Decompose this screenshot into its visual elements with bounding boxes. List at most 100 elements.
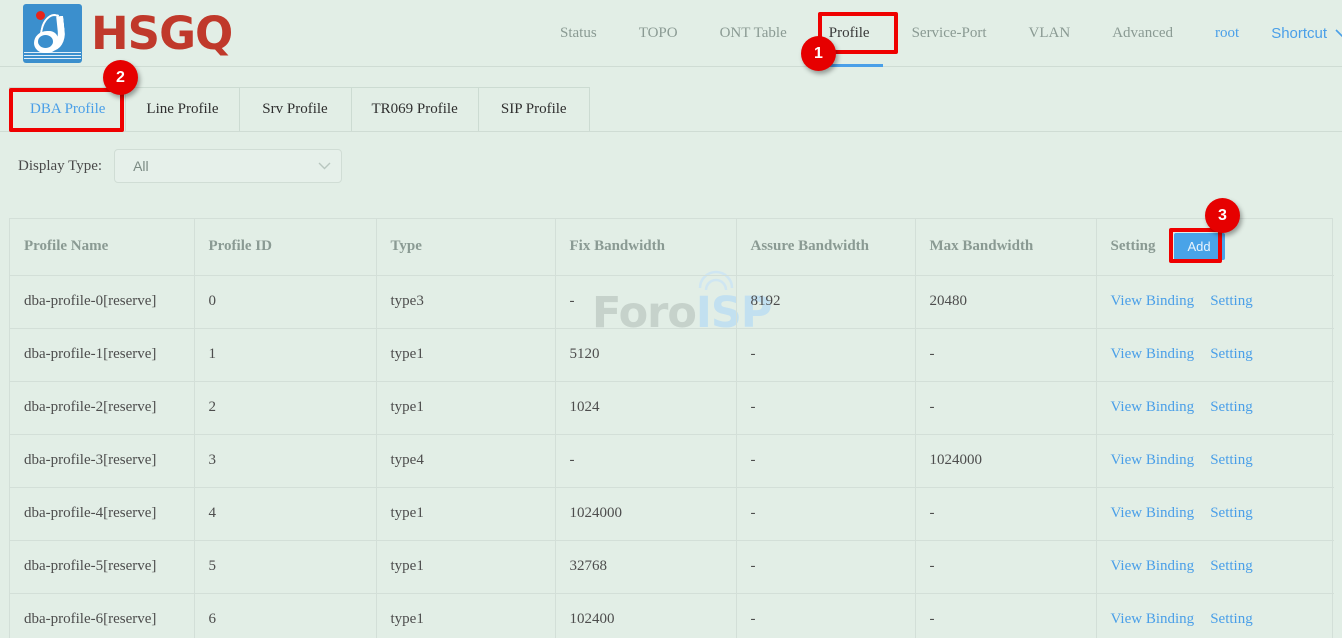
cell-setting: View Binding Setting xyxy=(1096,275,1334,328)
cell-profile-name: dba-profile-6[reserve] xyxy=(10,593,194,638)
subtab-label: Srv Profile xyxy=(262,101,327,118)
sub-tab-bar: DBA Profile Line Profile Srv Profile TR0… xyxy=(0,67,1342,132)
page-root: HSGQ Status TOPO ONT Table Profile Servi… xyxy=(0,0,1342,638)
shortcut-label: Shortcut xyxy=(1271,25,1327,42)
current-user-link[interactable]: root xyxy=(1215,25,1239,42)
cell-profile-id: 6 xyxy=(194,593,376,638)
tab-line-profile[interactable]: Line Profile xyxy=(125,87,238,131)
subtab-label: SIP Profile xyxy=(501,101,567,118)
chevron-down-icon xyxy=(318,159,331,173)
cell-assure-bandwidth: - xyxy=(736,434,915,487)
cell-type: type4 xyxy=(376,434,555,487)
view-binding-link[interactable]: View Binding xyxy=(1111,505,1195,521)
tab-dba-profile[interactable]: DBA Profile xyxy=(9,87,125,131)
cell-profile-name: dba-profile-5[reserve] xyxy=(10,540,194,593)
cell-profile-id: 0 xyxy=(194,275,376,328)
cell-type: type1 xyxy=(376,593,555,638)
cell-type: type3 xyxy=(376,275,555,328)
nav-item-service-port[interactable]: Service-Port xyxy=(912,25,987,42)
chevron-down-icon xyxy=(1335,25,1342,42)
add-button[interactable]: Add xyxy=(1174,233,1225,260)
table-row[interactable]: dba-profile-6[reserve] 6 type1 102400 - … xyxy=(10,593,1334,638)
nav-label: Advanced xyxy=(1112,25,1173,41)
nav-item-advanced[interactable]: Advanced xyxy=(1112,25,1173,42)
cell-assure-bandwidth: - xyxy=(736,487,915,540)
table-row[interactable]: dba-profile-5[reserve] 5 type1 32768 - -… xyxy=(10,540,1334,593)
subtab-label: DBA Profile xyxy=(30,101,105,118)
column-header-assure-bandwidth: Assure Bandwidth xyxy=(736,219,915,275)
column-header-profile-name: Profile Name xyxy=(10,219,194,275)
view-binding-link[interactable]: View Binding xyxy=(1111,399,1195,415)
table-header-row: Profile Name Profile ID Type Fix Bandwid… xyxy=(10,219,1334,275)
tab-sip-profile[interactable]: SIP Profile xyxy=(478,87,590,131)
nav-item-profile[interactable]: Profile xyxy=(829,25,870,42)
cell-type: type1 xyxy=(376,328,555,381)
cell-setting: View Binding Setting xyxy=(1096,381,1334,434)
nav-item-ont-table[interactable]: ONT Table xyxy=(720,25,787,42)
tab-tr069-profile[interactable]: TR069 Profile xyxy=(351,87,478,131)
table-row[interactable]: dba-profile-2[reserve] 2 type1 1024 - - … xyxy=(10,381,1334,434)
setting-link[interactable]: Setting xyxy=(1210,399,1253,415)
cell-max-bandwidth: - xyxy=(915,540,1096,593)
nav-right-group: root Shortcut xyxy=(1215,25,1342,42)
cell-assure-bandwidth: - xyxy=(736,593,915,638)
nav-item-vlan[interactable]: VLAN xyxy=(1029,25,1071,42)
setting-link[interactable]: Setting xyxy=(1210,293,1253,309)
cell-fix-bandwidth: 32768 xyxy=(555,540,736,593)
cell-max-bandwidth: - xyxy=(915,328,1096,381)
view-binding-link[interactable]: View Binding xyxy=(1111,452,1195,468)
cell-profile-id: 2 xyxy=(194,381,376,434)
cell-profile-id: 4 xyxy=(194,487,376,540)
display-type-label: Display Type: xyxy=(18,158,102,175)
nav-item-topo[interactable]: TOPO xyxy=(639,25,678,42)
shortcut-menu[interactable]: Shortcut xyxy=(1271,25,1342,42)
filter-bar: Display Type: All xyxy=(0,132,1342,200)
cell-profile-name: dba-profile-4[reserve] xyxy=(10,487,194,540)
view-binding-link[interactable]: View Binding xyxy=(1111,293,1195,309)
cell-assure-bandwidth: - xyxy=(736,328,915,381)
nav-label: ONT Table xyxy=(720,25,787,41)
cell-fix-bandwidth: - xyxy=(555,434,736,487)
cell-max-bandwidth: - xyxy=(915,593,1096,638)
cell-setting: View Binding Setting xyxy=(1096,487,1334,540)
app-header: HSGQ Status TOPO ONT Table Profile Servi… xyxy=(0,0,1342,67)
cell-profile-name: dba-profile-2[reserve] xyxy=(10,381,194,434)
setting-link[interactable]: Setting xyxy=(1210,558,1253,574)
table-row[interactable]: dba-profile-1[reserve] 1 type1 5120 - - … xyxy=(10,328,1334,381)
cell-type: type1 xyxy=(376,487,555,540)
table-row[interactable]: dba-profile-0[reserve] 0 type3 - 8192 20… xyxy=(10,275,1334,328)
cell-profile-name: dba-profile-3[reserve] xyxy=(10,434,194,487)
tab-srv-profile[interactable]: Srv Profile xyxy=(239,87,351,131)
display-type-value: All xyxy=(125,158,318,174)
cell-setting: View Binding Setting xyxy=(1096,593,1334,638)
view-binding-link[interactable]: View Binding xyxy=(1111,558,1195,574)
setting-link[interactable]: Setting xyxy=(1210,505,1253,521)
top-navigation: Status TOPO ONT Table Profile Service-Po… xyxy=(560,0,1342,66)
cell-profile-id: 1 xyxy=(194,328,376,381)
nav-label: Status xyxy=(560,25,597,41)
nav-label: Profile xyxy=(829,25,870,41)
cell-max-bandwidth: 1024000 xyxy=(915,434,1096,487)
cell-fix-bandwidth: 1024 xyxy=(555,381,736,434)
cell-assure-bandwidth: - xyxy=(736,540,915,593)
column-header-setting: Setting Add xyxy=(1096,219,1334,275)
cell-fix-bandwidth: 1024000 xyxy=(555,487,736,540)
table-row[interactable]: dba-profile-3[reserve] 3 type4 - - 10240… xyxy=(10,434,1334,487)
table-body: dba-profile-0[reserve] 0 type3 - 8192 20… xyxy=(10,275,1334,638)
brand-name: HSGQ xyxy=(91,7,232,60)
setting-link[interactable]: Setting xyxy=(1210,452,1253,468)
dba-profile-table: Profile Name Profile ID Type Fix Bandwid… xyxy=(10,219,1334,638)
dba-profile-table-container: Profile Name Profile ID Type Fix Bandwid… xyxy=(9,218,1333,638)
cell-fix-bandwidth: 102400 xyxy=(555,593,736,638)
table-row[interactable]: dba-profile-4[reserve] 4 type1 1024000 -… xyxy=(10,487,1334,540)
nav-label: TOPO xyxy=(639,25,678,41)
cell-type: type1 xyxy=(376,381,555,434)
nav-item-status[interactable]: Status xyxy=(560,25,597,42)
cell-profile-name: dba-profile-0[reserve] xyxy=(10,275,194,328)
setting-link[interactable]: Setting xyxy=(1210,346,1253,362)
view-binding-link[interactable]: View Binding xyxy=(1111,346,1195,362)
view-binding-link[interactable]: View Binding xyxy=(1111,611,1195,627)
display-type-select[interactable]: All xyxy=(114,149,342,183)
cell-type: type1 xyxy=(376,540,555,593)
setting-link[interactable]: Setting xyxy=(1210,611,1253,627)
